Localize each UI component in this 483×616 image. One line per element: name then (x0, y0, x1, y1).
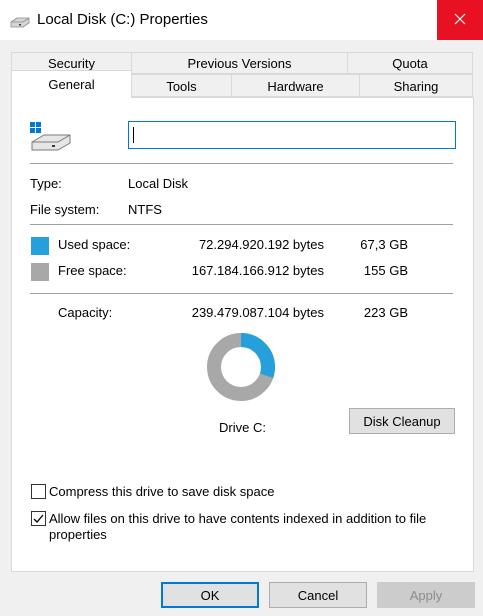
free-space-size: 155 GB (363, 263, 408, 278)
drive-icon (30, 122, 72, 152)
disk-usage-donut (207, 333, 275, 401)
index-checkbox[interactable] (31, 511, 46, 526)
filesystem-value: NTFS (128, 202, 162, 217)
separator (30, 163, 453, 164)
free-space-swatch (31, 263, 49, 281)
used-space-bytes: 72.294.920.192 bytes (198, 237, 324, 252)
title-bar: Local Disk (C:) Properties (0, 0, 483, 40)
apply-button[interactable]: Apply (377, 582, 475, 608)
tab-sharing[interactable]: Sharing (359, 74, 473, 97)
capacity-label: Capacity: (58, 305, 113, 320)
type-label: Type: (30, 176, 62, 191)
window-title: Local Disk (C:) Properties (37, 11, 208, 28)
index-label: Allow files on this drive to have conten… (49, 511, 427, 542)
filesystem-label: File system: (30, 202, 100, 217)
used-space-swatch (31, 237, 49, 255)
used-space-size: 67,3 GB (360, 237, 408, 252)
drive-icon (10, 12, 30, 28)
capacity-size: 223 GB (363, 305, 408, 320)
drive-name-input[interactable] (128, 121, 456, 149)
separator (30, 224, 453, 225)
type-value: Local Disk (128, 176, 188, 191)
text-caret (133, 127, 134, 143)
tab-previous-versions[interactable]: Previous Versions (131, 52, 348, 74)
compress-label: Compress this drive to save disk space (49, 484, 275, 499)
tab-tools[interactable]: Tools (131, 74, 232, 97)
close-button[interactable] (437, 0, 483, 40)
capacity-bytes: 239.479.087.104 bytes (191, 305, 324, 320)
free-space-label: Free space: (58, 263, 127, 278)
separator (30, 293, 453, 294)
compress-checkbox[interactable] (31, 484, 46, 499)
close-icon (454, 13, 466, 28)
cancel-button[interactable]: Cancel (269, 582, 367, 608)
tab-general[interactable]: General (11, 70, 132, 98)
used-space-label: Used space: (58, 237, 131, 252)
tab-hardware[interactable]: Hardware (231, 74, 360, 97)
ok-button[interactable]: OK (161, 582, 259, 608)
tab-quota[interactable]: Quota (347, 52, 473, 74)
check-icon (33, 514, 44, 523)
disk-cleanup-button[interactable]: Disk Cleanup (349, 408, 455, 434)
drive-label: Drive C: (219, 420, 266, 435)
free-space-bytes: 167.184.166.912 bytes (191, 263, 324, 278)
